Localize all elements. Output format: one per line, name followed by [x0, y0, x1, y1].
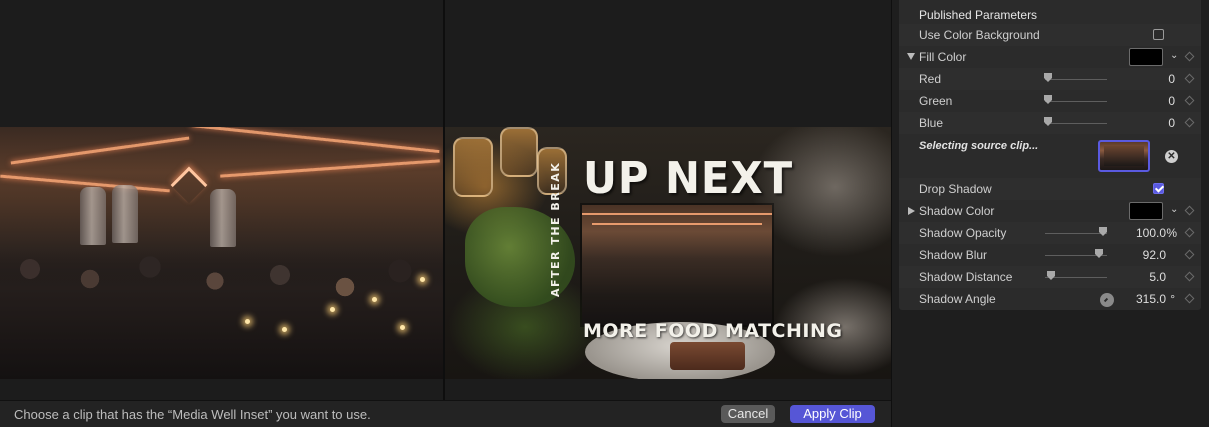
- blue-value[interactable]: 0: [1168, 116, 1175, 130]
- brew-tank: [80, 187, 106, 245]
- brew-tank: [112, 185, 138, 243]
- source-clip-preview[interactable]: [0, 127, 443, 379]
- shadow-opacity-slider[interactable]: [1045, 233, 1107, 234]
- shadow-color-label: Shadow Color: [919, 204, 995, 218]
- food: [670, 342, 745, 370]
- crowd: [0, 249, 443, 379]
- drop-shadow-row: Drop Shadow: [899, 178, 1201, 200]
- blue-slider-knob[interactable]: [1044, 117, 1052, 126]
- green-slider-knob[interactable]: [1044, 95, 1052, 104]
- keyframe-diamond-icon[interactable]: [1184, 117, 1195, 128]
- blue-row: Blue 0: [899, 112, 1201, 134]
- source-clip-row: Selecting source clip...: [899, 136, 1201, 176]
- keyframe-diamond-icon[interactable]: [1184, 73, 1195, 84]
- shadow-angle-unit: °: [1170, 292, 1175, 306]
- keyframe-diamond-icon[interactable]: [1184, 51, 1195, 62]
- candle: [330, 307, 335, 312]
- keyframe-diamond-icon[interactable]: [1184, 205, 1195, 216]
- inspector: Published Parameters Use Color Backgroun…: [891, 0, 1209, 427]
- fill-color-label: Fill Color: [919, 50, 967, 64]
- source-clip-thumbnail[interactable]: [1098, 140, 1150, 172]
- fill-color-row: Fill Color ⌄: [899, 46, 1201, 68]
- glass: [500, 127, 538, 177]
- title-preview: UP NEXT AFTER THE BREAK MORE FOOD MATCHI…: [445, 127, 891, 379]
- shadow-distance-slider[interactable]: [1045, 277, 1107, 278]
- chevron-down-icon[interactable]: ⌄: [1170, 50, 1178, 61]
- candle: [245, 319, 250, 324]
- clip-selection-bar: Choose a clip that has the “Media Well I…: [0, 400, 891, 427]
- viewer: UP NEXT AFTER THE BREAK MORE FOOD MATCHI…: [0, 0, 891, 400]
- glass: [453, 137, 493, 197]
- shadow-color-swatch[interactable]: [1129, 202, 1163, 220]
- keyframe-diamond-icon[interactable]: [1184, 95, 1195, 106]
- source-clip-label: Selecting source clip...: [919, 140, 1039, 152]
- keyframe-diamond-icon[interactable]: [1184, 271, 1195, 282]
- neon-arrow: [170, 166, 208, 204]
- shadow-color-row: Shadow Color ⌄: [899, 200, 1201, 222]
- disclosure-triangle-icon[interactable]: [908, 207, 915, 215]
- disclosure-triangle-icon[interactable]: [907, 53, 915, 60]
- blue-slider[interactable]: [1045, 123, 1107, 124]
- shadow-distance-row: Shadow Distance 5.0: [899, 266, 1201, 288]
- red-slider-knob[interactable]: [1044, 73, 1052, 82]
- title-background-image: UP NEXT AFTER THE BREAK MORE FOOD MATCHI…: [445, 127, 891, 379]
- ceiling-light: [220, 159, 440, 178]
- brew-tank: [210, 189, 236, 247]
- published-parameters-panel: Published Parameters Use Color Backgroun…: [899, 0, 1201, 310]
- chevron-down-icon[interactable]: ⌄: [1170, 204, 1178, 215]
- media-well-inset: [582, 205, 772, 325]
- shadow-blur-slider-knob[interactable]: [1095, 249, 1103, 258]
- angle-dial[interactable]: [1100, 293, 1114, 307]
- shadow-opacity-row: Shadow Opacity 100.0 %: [899, 222, 1201, 244]
- shadow-opacity-label: Shadow Opacity: [919, 226, 1007, 240]
- candle: [420, 277, 425, 282]
- keyframe-diamond-icon[interactable]: [1184, 293, 1195, 304]
- red-slider[interactable]: [1045, 79, 1107, 80]
- apply-clip-button[interactable]: Apply Clip: [790, 405, 875, 423]
- shadow-opacity-slider-knob[interactable]: [1099, 227, 1107, 236]
- restaurant-image: [0, 127, 443, 379]
- keyframe-diamond-icon[interactable]: [1184, 249, 1195, 260]
- red-row: Red 0: [899, 68, 1201, 90]
- use-color-background-label: Use Color Background: [919, 28, 1040, 42]
- instruction-text: Choose a clip that has the “Media Well I…: [14, 407, 371, 422]
- candle: [400, 325, 405, 330]
- green-label: Green: [919, 94, 953, 108]
- title-more-food: MORE FOOD MATCHING: [583, 320, 843, 342]
- drop-shadow-label: Drop Shadow: [919, 182, 992, 196]
- title-up-next: UP NEXT: [583, 153, 794, 204]
- shadow-distance-value[interactable]: 5.0: [1149, 270, 1166, 284]
- shadow-opacity-unit: %: [1166, 226, 1177, 240]
- candle: [282, 327, 287, 332]
- shadow-blur-value[interactable]: 92.0: [1143, 248, 1166, 262]
- shadow-angle-row: Shadow Angle 315.0 °: [899, 288, 1201, 310]
- use-color-background-row: Use Color Background: [899, 24, 1201, 46]
- section-header: Published Parameters: [899, 2, 1201, 24]
- clear-icon[interactable]: ✕: [1165, 150, 1178, 163]
- blue-label: Blue: [919, 116, 944, 130]
- shadow-opacity-value[interactable]: 100.0: [1136, 226, 1166, 240]
- shadow-blur-row: Shadow Blur 92.0: [899, 244, 1201, 266]
- keyframe-diamond-icon[interactable]: [1184, 227, 1195, 238]
- drop-shadow-checkbox[interactable]: [1153, 183, 1164, 194]
- fill-color-swatch[interactable]: [1129, 48, 1163, 66]
- red-label: Red: [919, 72, 942, 86]
- shadow-distance-slider-knob[interactable]: [1047, 271, 1055, 280]
- shadow-blur-label: Shadow Blur: [919, 248, 988, 262]
- shadow-angle-value[interactable]: 315.0: [1136, 292, 1166, 306]
- ceiling-light: [10, 136, 190, 165]
- red-value[interactable]: 0: [1168, 72, 1175, 86]
- shadow-distance-label: Shadow Distance: [919, 270, 1013, 284]
- candle: [372, 297, 377, 302]
- section-title: Published Parameters: [919, 8, 1038, 22]
- green-row: Green 0: [899, 90, 1201, 112]
- ceiling-light: [190, 127, 440, 154]
- green-value[interactable]: 0: [1168, 94, 1175, 108]
- cancel-button[interactable]: Cancel: [721, 405, 775, 423]
- green-slider[interactable]: [1045, 101, 1107, 102]
- use-color-background-checkbox[interactable]: [1153, 29, 1164, 40]
- shadow-angle-label: Shadow Angle: [919, 292, 996, 306]
